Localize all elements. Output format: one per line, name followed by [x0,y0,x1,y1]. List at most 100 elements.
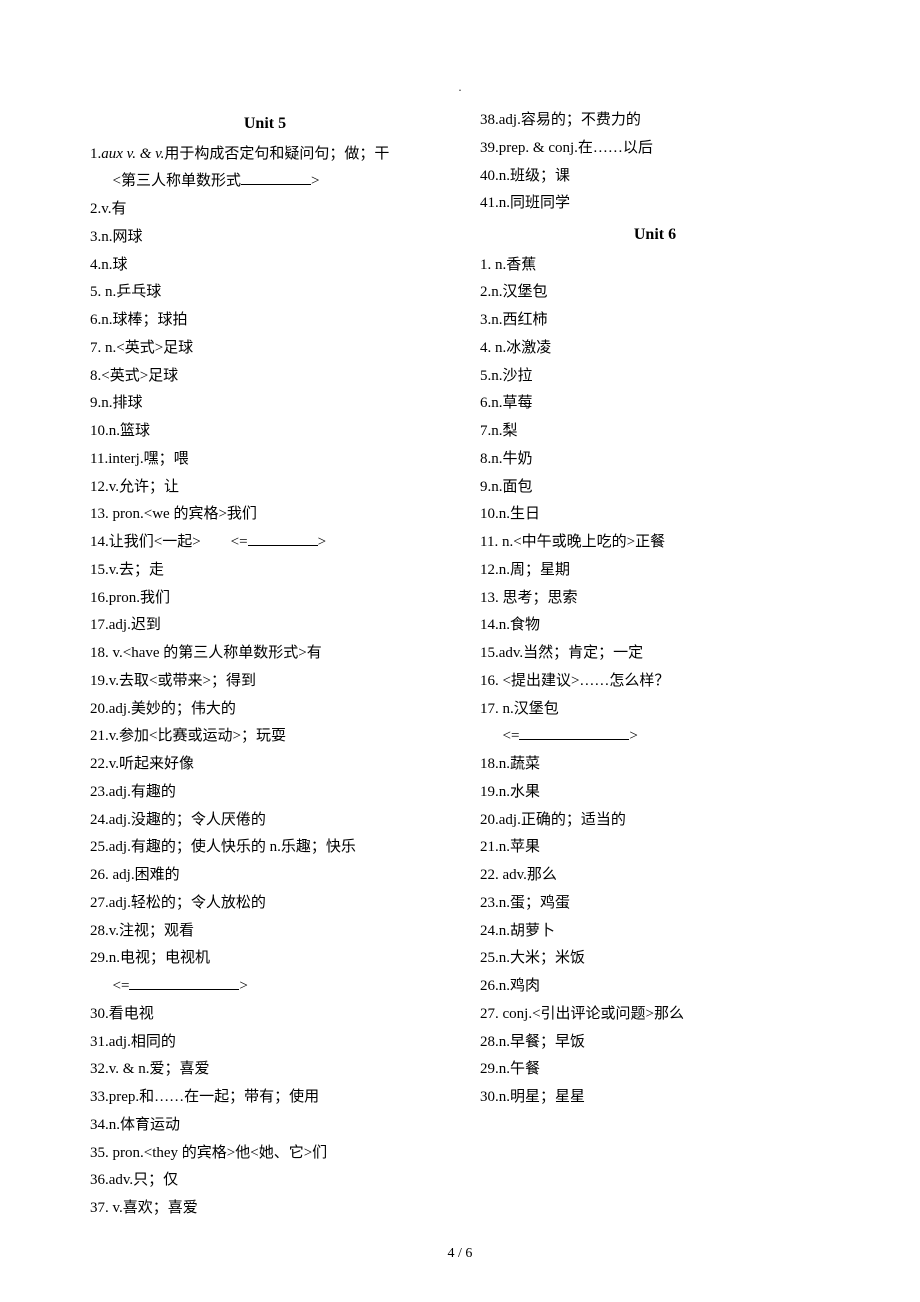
list-item: 17.adj.迟到 [90,612,440,640]
item-text: 41.n.同班同学 [480,195,570,211]
list-item: 23.n.蛋；鸡蛋 [480,890,830,918]
item-text: 22. adv.那么 [480,867,557,883]
list-item: 9.n.排球 [90,390,440,418]
item-text: 29.n.电视；电视机 [90,950,210,966]
list-item: 22. adv.那么 [480,862,830,890]
list-item: 13. pron.<we 的宾格>我们 [90,501,440,529]
item-text: 34.n.体育运动 [90,1117,180,1133]
item-text: 12.v.允许；让 [90,479,179,495]
list-item: <第三人称单数形式> [90,168,440,196]
list-item: 12.v.允许；让 [90,474,440,502]
item-text: 23.n.蛋；鸡蛋 [480,895,570,911]
list-item: 19.v.去取<或带来>；得到 [90,668,440,696]
item-text: 23.adj.有趣的 [90,784,176,800]
item-text: 19.n.水果 [480,784,540,800]
list-item: 18. v.<have 的第三人称单数形式>有 [90,640,440,668]
item-text: 14.让我们<一起> <=> [90,534,326,550]
item-text: 32.v. & n.爱；喜爱 [90,1061,209,1077]
item-text: 24.n.胡萝卜 [480,923,555,939]
list-item: 15.adv.当然；肯定；一定 [480,640,830,668]
two-column-content: Unit 5 1.aux v. & v.用于构成否定句和疑问句；做；干 <第三人… [90,107,830,1242]
list-item: 21.n.苹果 [480,834,830,862]
list-item: 36.adv.只；仅 [90,1167,440,1195]
unit6-title: Unit 6 [480,220,830,250]
unit5-title: Unit 5 [90,109,440,139]
list-item: 8.n.牛奶 [480,446,830,474]
list-item: 14.让我们<一起> <=> [90,529,440,557]
list-item: 28.v.注视；观看 [90,918,440,946]
list-item: 1. n.香蕉 [480,252,830,280]
list-item: 33.prep.和……在一起；带有；使用 [90,1084,440,1112]
item-text: 13. pron.<we 的宾格>我们 [90,506,257,522]
list-item: 4.n.球 [90,252,440,280]
list-item: 3.n.西红柿 [480,307,830,335]
list-item: 8.<英式>足球 [90,363,440,391]
list-item: 12.n.周；星期 [480,557,830,585]
item-text: 7. n.<英式>足球 [90,340,193,356]
list-item: 39.prep. & conj.在……以后 [480,135,830,163]
item-text: 15.adv.当然；肯定；一定 [480,645,643,661]
item-text: 36.adv.只；仅 [90,1172,178,1188]
item-text: 26. adj.困难的 [90,867,180,883]
item-text: 27. conj.<引出评论或问题>那么 [480,1006,684,1022]
list-item: 19.n.水果 [480,779,830,807]
list-item: 6.n.球棒；球拍 [90,307,440,335]
list-item: 6.n.草莓 [480,390,830,418]
item-text: 25.adj.有趣的；使人快乐的 n.乐趣；快乐 [90,839,356,855]
item-text: 3.n.西红柿 [480,312,548,328]
list-item: 24.n.胡萝卜 [480,918,830,946]
list-item: 4. n.冰激凌 [480,335,830,363]
list-item: 26. adj.困难的 [90,862,440,890]
item-text: <第三人称单数形式> [113,173,320,189]
item-text: 8.n.牛奶 [480,451,533,467]
item-text: 1.aux v. & v.用于构成否定句和疑问句；做；干 [90,146,389,162]
list-item: 30.看电视 [90,1001,440,1029]
item-text: 15.v.去；走 [90,562,164,578]
item-text: 37. v.喜欢；喜爱 [90,1200,198,1216]
list-item: 38.adj.容易的；不费力的 [480,107,830,135]
item-text: 10.n.篮球 [90,423,150,439]
list-item: 10.n.生日 [480,501,830,529]
list-item: 25.adj.有趣的；使人快乐的 n.乐趣；快乐 [90,834,440,862]
item-text: 18.n.蔬菜 [480,756,540,772]
list-item: 10.n.篮球 [90,418,440,446]
item-text: 30.n.明星；星星 [480,1089,585,1105]
list-item: 2.v.有 [90,196,440,224]
list-item: 7.n.梨 [480,418,830,446]
list-item: 24.adj.没趣的；令人厌倦的 [90,807,440,835]
list-item: 29.n.电视；电视机 [90,945,440,973]
page-footer: 4 / 6 [0,1241,920,1267]
item-text: 20.adj.美妙的；伟大的 [90,701,236,717]
list-item: 17. n.汉堡包 [480,696,830,724]
item-text: 2.v.有 [90,201,127,217]
list-item: 18.n.蔬菜 [480,751,830,779]
item-text: 5.n.沙拉 [480,368,533,384]
list-item: 37. v.喜欢；喜爱 [90,1195,440,1223]
item-text: 20.adj.正确的；适当的 [480,812,626,828]
item-text: 30.看电视 [90,1006,154,1022]
list-item: 13. 思考；思索 [480,585,830,613]
list-item: 25.n.大米；米饭 [480,945,830,973]
list-item: 34.n.体育运动 [90,1112,440,1140]
item-text: 26.n.鸡肉 [480,978,540,994]
list-item: 2.n.汉堡包 [480,279,830,307]
item-text: 31.adj.相同的 [90,1034,176,1050]
list-item: 23.adj.有趣的 [90,779,440,807]
item-text: 16. <提出建议>……怎么样？ [480,673,669,689]
list-item: 27.adj.轻松的；令人放松的 [90,890,440,918]
item-text: 22.v.听起来好像 [90,756,194,772]
list-item: 40.n.班级；课 [480,163,830,191]
item-text: 9.n.排球 [90,395,143,411]
list-item: 14.n.食物 [480,612,830,640]
item-text: 10.n.生日 [480,506,540,522]
item-text: 8.<英式>足球 [90,368,178,384]
list-item: 26.n.鸡肉 [480,973,830,1001]
list-item: <=> [90,973,440,1001]
item-text: 4. n.冰激凌 [480,340,551,356]
item-text: 17.adj.迟到 [90,617,161,633]
list-item: 22.v.听起来好像 [90,751,440,779]
item-text: 27.adj.轻松的；令人放松的 [90,895,266,911]
list-item: 11. n.<中午或晚上吃的>正餐 [480,529,830,557]
item-text: 7.n.梨 [480,423,518,439]
list-item: 30.n.明星；星星 [480,1084,830,1112]
